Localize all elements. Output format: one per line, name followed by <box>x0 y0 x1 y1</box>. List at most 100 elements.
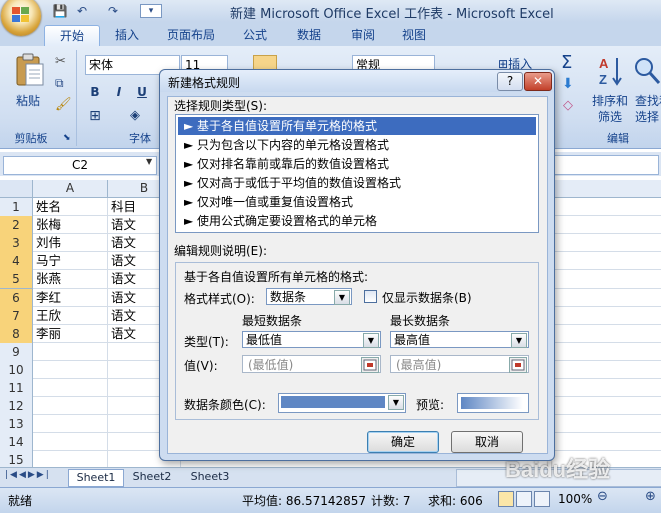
cell-b4[interactable]: 语文 <box>108 252 136 270</box>
select-all-corner[interactable] <box>0 180 33 198</box>
save-icon[interactable]: 💾 <box>52 3 68 19</box>
rule-type-item[interactable]: ► 只为包含以下内容的单元格设置格式 <box>178 136 536 154</box>
max-value-input[interactable]: (最高值) <box>390 355 529 373</box>
filter-label[interactable]: 筛选 <box>598 108 622 125</box>
sheet-tab-3[interactable]: Sheet3 <box>184 469 236 485</box>
column-header-a[interactable]: A <box>33 180 108 198</box>
range-picker-icon[interactable] <box>509 357 527 373</box>
clipboard-launcher-icon[interactable]: ⬊ <box>63 133 71 143</box>
undo-icon[interactable]: ↶ <box>74 3 90 19</box>
chevron-down-icon[interactable]: ▼ <box>334 290 350 305</box>
rule-type-item[interactable]: ► 使用公式确定要设置格式的单元格 <box>178 212 536 230</box>
cell-a1[interactable]: 姓名 <box>33 198 61 216</box>
rule-type-item[interactable]: ► 仅对唯一值或重复值设置格式 <box>178 193 536 211</box>
rule-type-item[interactable]: ► 基于各自值设置所有单元格的格式 <box>178 117 536 135</box>
tab-page-layout[interactable]: 页面布局 <box>158 25 224 45</box>
row-header[interactable]: 9 <box>0 342 33 362</box>
cell-b6[interactable]: 语文 <box>108 289 136 307</box>
row-header[interactable]: 11 <box>0 379 33 398</box>
formula-input[interactable] <box>553 155 659 175</box>
tab-insert[interactable]: 插入 <box>106 25 148 45</box>
paste-button-label[interactable]: 粘贴 <box>16 92 40 109</box>
close-icon[interactable]: ✕ <box>524 72 552 91</box>
cut-icon[interactable]: ✂ <box>55 54 66 69</box>
chevron-down-icon[interactable]: ▼ <box>511 333 527 348</box>
select-label[interactable]: 选择 <box>635 108 659 125</box>
cell-b2[interactable]: 语文 <box>108 216 136 234</box>
cell-a5[interactable]: 张燕 <box>33 270 61 288</box>
tab-home[interactable]: 开始 <box>44 25 100 46</box>
zoom-in-icon[interactable]: ⊕ <box>645 489 656 504</box>
cell-a3[interactable]: 刘伟 <box>33 234 61 252</box>
tab-view[interactable]: 视图 <box>393 25 435 45</box>
cell-b5[interactable]: 语文 <box>108 270 136 288</box>
sheet-tab-2[interactable]: Sheet2 <box>126 469 178 485</box>
clear-icon[interactable]: ◇ <box>563 98 573 113</box>
bold-button[interactable]: B <box>86 83 104 101</box>
tab-formulas[interactable]: 公式 <box>234 25 276 45</box>
rule-type-list[interactable]: ► 基于各自值设置所有单元格的格式 ► 只为包含以下内容的单元格设置格式 ► 仅… <box>175 114 539 233</box>
row-header[interactable]: 2 <box>0 216 33 236</box>
cell-b1[interactable]: 科目 <box>108 198 136 216</box>
row-header[interactable]: 6 <box>0 288 33 308</box>
cell-a7[interactable]: 王欣 <box>33 307 61 325</box>
sort-filter-label[interactable]: 排序和 <box>592 92 628 109</box>
find-select-label[interactable]: 查找和 <box>635 92 661 109</box>
tab-data[interactable]: 数据 <box>288 25 330 45</box>
row-header[interactable]: 1 <box>0 198 33 217</box>
show-bar-only-checkbox[interactable] <box>364 290 377 303</box>
cell-a2[interactable]: 张梅 <box>33 216 61 234</box>
page-layout-view-icon[interactable] <box>516 491 532 507</box>
paste-icon[interactable] <box>14 52 46 88</box>
autosum-icon[interactable]: Σ <box>561 52 572 73</box>
redo-icon[interactable]: ↷ <box>105 3 121 19</box>
chevron-down-icon[interactable]: ▼ <box>363 333 379 348</box>
min-type-select[interactable]: 最低值 ▼ <box>242 331 381 348</box>
min-value-input[interactable]: (最低值) <box>242 355 381 373</box>
normal-view-icon[interactable] <box>498 491 514 507</box>
fill-color-icon[interactable]: ◈ <box>126 107 144 125</box>
name-box-dropdown-icon[interactable]: ▼ <box>146 157 152 166</box>
format-style-select[interactable]: 数据条 ▼ <box>266 288 352 305</box>
page-break-view-icon[interactable] <box>534 491 550 507</box>
cell-b7[interactable]: 语文 <box>108 307 136 325</box>
row-header[interactable]: 4 <box>0 252 33 272</box>
cancel-button[interactable]: 取消 <box>451 431 523 453</box>
tab-review[interactable]: 审阅 <box>342 25 384 45</box>
range-picker-icon[interactable] <box>361 357 379 373</box>
sheet-tab-1[interactable]: Sheet1 <box>68 469 124 487</box>
row-header[interactable]: 14 <box>0 433 33 453</box>
zoom-level[interactable]: 100% <box>558 492 592 506</box>
row-header[interactable]: 7 <box>0 306 33 326</box>
underline-button[interactable]: U <box>133 83 151 101</box>
help-button[interactable]: ? <box>497 72 523 91</box>
rule-type-item[interactable]: ► 仅对高于或低于平均值的数值设置格式 <box>178 174 536 192</box>
borders-icon[interactable]: ⊞ <box>86 107 104 125</box>
ok-button[interactable]: 确定 <box>367 431 439 453</box>
cell-b8[interactable]: 语文 <box>108 325 136 343</box>
sheet-nav-icon[interactable]: |◀◀▶▶| <box>5 470 51 480</box>
cell-a6[interactable]: 李红 <box>33 289 61 307</box>
max-type-select[interactable]: 最高值 ▼ <box>390 331 529 348</box>
chevron-down-icon[interactable]: ▼ <box>388 395 404 410</box>
fill-icon[interactable]: ⬇ <box>562 76 574 92</box>
cell-a4[interactable]: 马宁 <box>33 252 61 270</box>
row-header[interactable]: 10 <box>0 360 33 380</box>
name-box[interactable]: C2 <box>3 156 157 175</box>
bar-color-picker[interactable]: ▼ <box>278 393 406 413</box>
row-header[interactable]: 5 <box>0 270 33 290</box>
row-header[interactable]: 3 <box>0 234 33 254</box>
row-header[interactable]: 13 <box>0 415 33 435</box>
row-header[interactable]: 12 <box>0 397 33 417</box>
column-header-more[interactable] <box>553 180 661 198</box>
row-header[interactable]: 8 <box>0 324 33 344</box>
zoom-out-icon[interactable]: ⊖ <box>597 489 608 504</box>
copy-icon[interactable]: ⧉ <box>55 76 64 91</box>
find-select-icon[interactable] <box>633 56 661 86</box>
customize-qat-icon[interactable]: ▾ <box>140 4 162 18</box>
cell-b3[interactable]: 语文 <box>108 234 136 252</box>
cell-a8[interactable]: 李丽 <box>33 325 61 343</box>
italic-button[interactable]: I <box>110 83 128 101</box>
rule-type-item[interactable]: ► 仅对排名靠前或靠后的数值设置格式 <box>178 155 536 173</box>
sort-filter-icon[interactable]: A Z <box>597 54 625 88</box>
